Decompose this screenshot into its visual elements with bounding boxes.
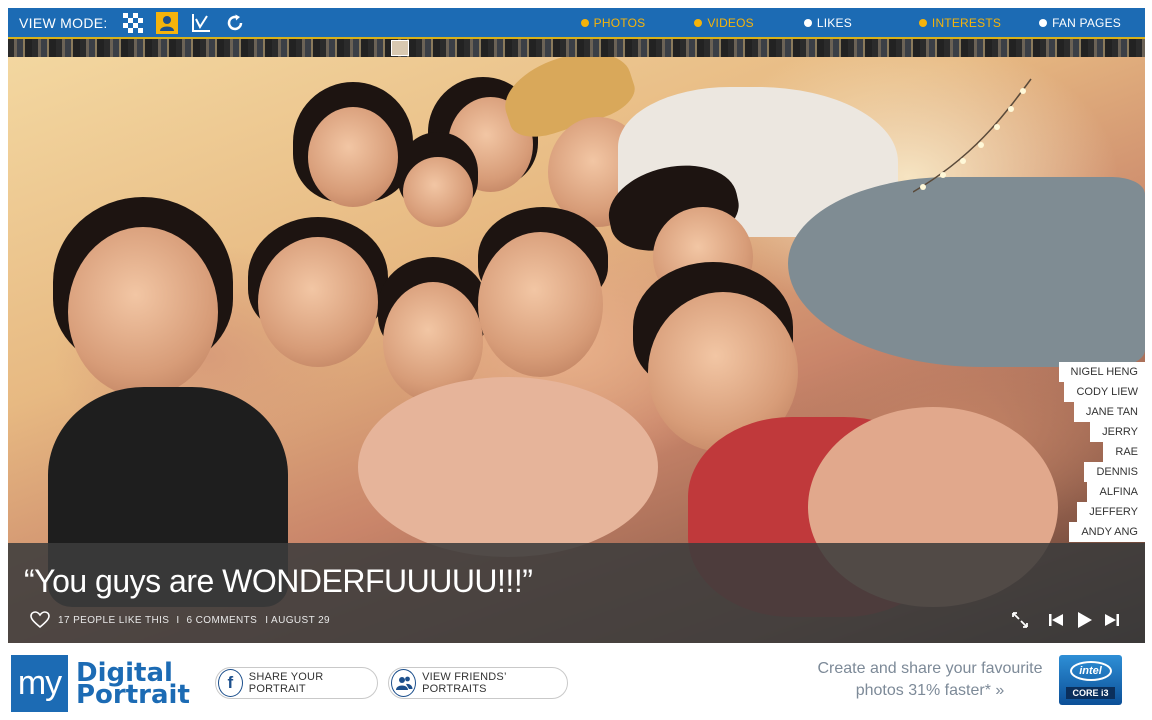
comments-count[interactable]: 6 COMMENTS bbox=[187, 615, 258, 626]
photo-figure bbox=[308, 107, 398, 207]
logo-wordmark: Digital Portrait bbox=[76, 660, 190, 710]
nav-photos[interactable]: PHOTOS bbox=[580, 15, 646, 30]
mosaic-icon[interactable] bbox=[122, 12, 144, 34]
chart-icon[interactable] bbox=[190, 12, 212, 34]
nav-photos-label: PHOTOS bbox=[593, 15, 646, 30]
logo-my: my bbox=[11, 655, 68, 712]
nav-videos-label: VIDEOS bbox=[707, 15, 754, 30]
nav-likes[interactable]: LIKES bbox=[803, 15, 852, 30]
selected-thumbnail[interactable] bbox=[391, 40, 409, 56]
caption-quote: “You guys are WONDERFUUUUU!!!” bbox=[24, 563, 533, 599]
view-friends-portraits-button[interactable]: VIEW FRIENDS’ PORTRAITS bbox=[388, 667, 568, 699]
player-controls bbox=[1003, 609, 1123, 631]
name-tag[interactable]: ANDY ANG bbox=[1069, 522, 1145, 542]
fullscreen-icon[interactable] bbox=[1009, 609, 1031, 631]
meta-separator: I bbox=[176, 614, 180, 626]
play-icon[interactable] bbox=[1073, 609, 1095, 631]
nav-interests[interactable]: INTERESTS bbox=[918, 15, 1002, 30]
nav-interests-label: INTERESTS bbox=[931, 15, 1002, 30]
logo-line-2: Portrait bbox=[76, 679, 190, 710]
name-tag[interactable]: NIGEL HENG bbox=[1058, 362, 1145, 382]
view-friends-label: VIEW FRIENDS’ PORTRAITS bbox=[422, 671, 507, 695]
name-tags: NIGEL HENG CODY LIEW JANE TAN JERRY RAE … bbox=[1058, 362, 1145, 542]
portrait-icon[interactable] bbox=[155, 11, 178, 34]
nav-likes-label: LIKES bbox=[816, 15, 852, 30]
share-portrait-label: SHARE YOUR PORTRAIT bbox=[248, 671, 324, 695]
name-tag[interactable]: ALFINA bbox=[1087, 482, 1145, 502]
nav-videos[interactable]: VIDEOS bbox=[694, 16, 754, 30]
nav-dot-icon bbox=[580, 18, 589, 27]
facebook-icon: f bbox=[218, 669, 243, 697]
promo-line-2: photos 31% faster* » bbox=[855, 682, 1005, 699]
view-mode-label: VIEW MODE: bbox=[19, 14, 108, 31]
nav-fan-pages[interactable]: FAN PAGES bbox=[1039, 16, 1121, 30]
string-lights bbox=[913, 78, 1032, 193]
caption-meta: 17 PEOPLE LIKE THIS I 6 COMMENTS I AUGUS… bbox=[30, 611, 330, 629]
footer: my Digital Portrait f SHARE YOUR PORTRAI… bbox=[0, 645, 1152, 720]
heart-icon[interactable] bbox=[30, 611, 50, 629]
intel-core-label: CORE i3 bbox=[1066, 687, 1115, 699]
nav-dot-icon bbox=[694, 18, 703, 27]
site-logo[interactable]: my Digital Portrait bbox=[11, 655, 190, 712]
likes-count[interactable]: 17 PEOPLE LIKE THIS bbox=[58, 615, 169, 626]
photo-figure bbox=[358, 377, 658, 557]
thumbnail-strip[interactable] bbox=[8, 37, 1145, 57]
name-tag[interactable]: CODY LIEW bbox=[1064, 382, 1145, 402]
name-tag[interactable]: JEFFERY bbox=[1077, 502, 1145, 522]
promo-link[interactable]: Create and share your favourite photos 3… bbox=[812, 658, 1048, 702]
nav-dot-icon bbox=[1039, 18, 1048, 27]
next-icon[interactable] bbox=[1101, 609, 1123, 631]
promo-line-1: Create and share your favourite bbox=[817, 660, 1043, 677]
photo-caption: “You guys are WONDERFUUUUU!!!” 17 PEOPLE… bbox=[8, 543, 1145, 643]
name-tag[interactable]: JERRY bbox=[1090, 422, 1145, 442]
top-bar: VIEW MODE: PHOTOS VIDEOS LIKES INTERESTS… bbox=[8, 8, 1145, 37]
friends-icon bbox=[391, 669, 417, 697]
photo-figure bbox=[68, 227, 218, 397]
intel-core-badge[interactable]: intel CORE i3 bbox=[1059, 655, 1122, 705]
name-tag[interactable]: RAE bbox=[1103, 442, 1145, 462]
nav-dot-icon bbox=[803, 18, 812, 27]
photo-figure bbox=[403, 157, 473, 227]
share-portrait-button[interactable]: f SHARE YOUR PORTRAIT bbox=[215, 667, 378, 699]
name-tag[interactable]: DENNIS bbox=[1084, 462, 1145, 482]
refresh-icon[interactable] bbox=[224, 12, 246, 34]
nav-dot-icon bbox=[918, 18, 927, 27]
name-tag[interactable]: JANE TAN bbox=[1073, 402, 1145, 422]
main-nav: PHOTOS VIDEOS LIKES INTERESTS FAN PAGES bbox=[580, 8, 1145, 37]
photo-figure bbox=[258, 237, 378, 367]
nav-fan-pages-label: FAN PAGES bbox=[1052, 15, 1121, 30]
photo-date: I AUGUST 29 bbox=[265, 614, 331, 626]
photo-figure bbox=[478, 232, 603, 377]
intel-logo: intel bbox=[1069, 661, 1112, 681]
previous-icon[interactable] bbox=[1045, 609, 1067, 631]
